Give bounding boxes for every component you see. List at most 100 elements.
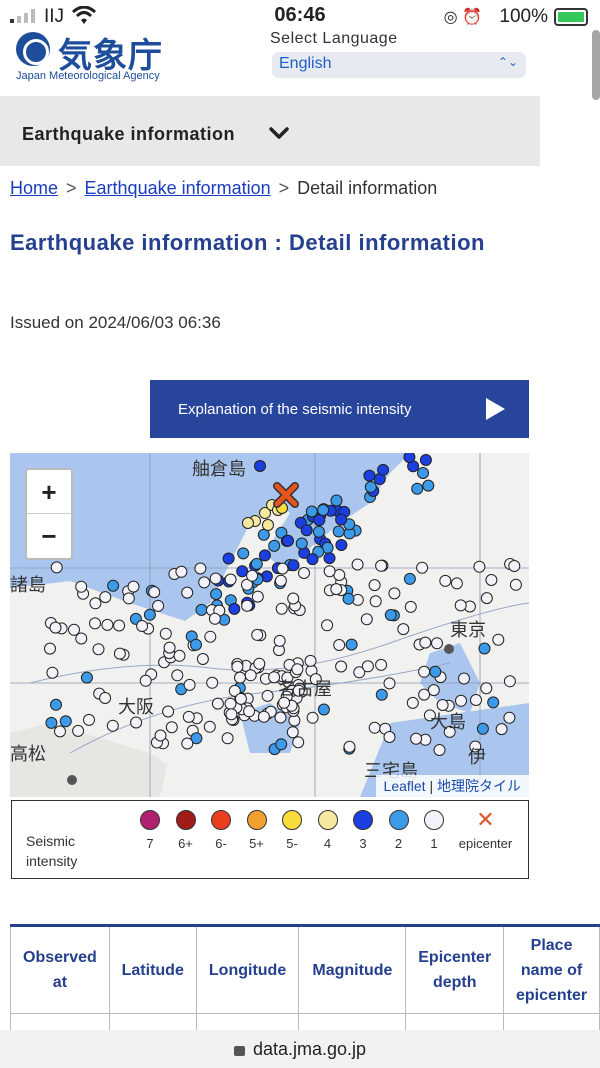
station-dot[interactable] xyxy=(234,692,247,705)
station-dot[interactable] xyxy=(152,599,165,612)
station-dot[interactable] xyxy=(431,637,443,650)
station-dot[interactable] xyxy=(154,729,167,742)
station-dot[interactable] xyxy=(361,660,374,673)
station-dot[interactable] xyxy=(46,666,59,679)
station-dot[interactable] xyxy=(257,710,270,723)
station-dot[interactable] xyxy=(345,638,358,651)
station-dot[interactable] xyxy=(250,557,263,570)
station-dot[interactable] xyxy=(228,602,241,615)
logo-title-en[interactable]: Japan Meteorological Agency xyxy=(16,70,160,82)
station-dot[interactable] xyxy=(419,636,432,649)
station-dot[interactable] xyxy=(194,562,207,575)
station-dot[interactable] xyxy=(487,696,500,709)
station-dot[interactable] xyxy=(44,642,56,655)
station-dot[interactable] xyxy=(49,621,62,634)
station-dot[interactable] xyxy=(454,599,467,612)
station-dot[interactable] xyxy=(92,643,105,656)
leaflet-link[interactable]: Leaflet xyxy=(384,778,426,794)
station-dot[interactable] xyxy=(209,572,222,585)
station-dot[interactable] xyxy=(50,698,62,711)
station-dot[interactable] xyxy=(159,627,172,640)
station-dot[interactable] xyxy=(273,634,286,647)
station-dot[interactable] xyxy=(458,672,470,685)
station-dot[interactable] xyxy=(175,565,188,578)
station-dot[interactable] xyxy=(224,573,237,586)
station-dot[interactable] xyxy=(287,592,300,605)
station-dot[interactable] xyxy=(208,612,221,625)
station-dot[interactable] xyxy=(136,620,149,632)
station-dot[interactable] xyxy=(291,663,304,676)
station-dot[interactable] xyxy=(470,694,482,706)
station-dot[interactable] xyxy=(330,494,343,507)
station-dot[interactable] xyxy=(403,572,416,585)
station-dot[interactable] xyxy=(368,721,381,734)
station-dot[interactable] xyxy=(83,713,95,726)
station-dot[interactable] xyxy=(143,608,156,621)
station-dot[interactable] xyxy=(113,619,126,632)
station-dot[interactable] xyxy=(418,665,431,678)
station-dot[interactable] xyxy=(330,583,343,596)
station-dot[interactable] xyxy=(450,577,463,590)
station-dot[interactable] xyxy=(397,623,410,636)
station-dot[interactable] xyxy=(211,697,224,710)
station-dot[interactable] xyxy=(476,722,489,735)
station-dot[interactable] xyxy=(360,613,373,626)
station-dot[interactable] xyxy=(75,580,88,593)
station-dot[interactable] xyxy=(54,725,66,738)
station-dot[interactable] xyxy=(298,567,310,579)
station-dot[interactable] xyxy=(388,587,401,600)
station-dot[interactable] xyxy=(306,553,319,566)
station-dot[interactable] xyxy=(295,537,308,550)
station-dot[interactable] xyxy=(276,562,289,575)
station-dot[interactable] xyxy=(377,463,390,476)
station-dot[interactable] xyxy=(364,481,377,493)
station-dot[interactable] xyxy=(258,549,271,562)
station-dot[interactable] xyxy=(163,641,176,654)
language-select[interactable]: English ⌃⌄ xyxy=(272,52,526,78)
station-dot[interactable] xyxy=(99,692,112,704)
station-dot[interactable] xyxy=(384,609,397,621)
station-dot[interactable] xyxy=(282,534,294,547)
station-dot[interactable] xyxy=(148,586,161,599)
station-dot[interactable] xyxy=(162,705,175,718)
station-dot[interactable] xyxy=(244,669,257,682)
station-dot[interactable] xyxy=(333,639,346,651)
station-dot[interactable] xyxy=(433,744,446,756)
station-dot[interactable] xyxy=(418,688,431,701)
station-dot[interactable] xyxy=(508,560,521,572)
station-dot[interactable] xyxy=(509,578,522,591)
station-dot[interactable] xyxy=(485,574,498,586)
station-dot[interactable] xyxy=(419,454,432,466)
station-dot[interactable] xyxy=(182,710,195,723)
station-dot[interactable] xyxy=(251,628,264,641)
station-dot[interactable] xyxy=(286,726,299,739)
station-dot[interactable] xyxy=(343,740,356,753)
station-dot[interactable] xyxy=(225,708,238,721)
station-dot[interactable] xyxy=(375,559,388,572)
gsi-tiles-link[interactable]: 地理院タイル xyxy=(437,778,521,794)
station-dot[interactable] xyxy=(351,558,364,571)
station-dot[interactable] xyxy=(173,649,186,662)
station-dot[interactable] xyxy=(234,671,246,684)
station-dot[interactable] xyxy=(312,525,325,538)
station-dot[interactable] xyxy=(246,569,259,582)
station-dot[interactable] xyxy=(492,633,505,646)
station-dot[interactable] xyxy=(368,579,381,592)
station-dot[interactable] xyxy=(478,642,491,655)
jma-logo-icon[interactable] xyxy=(16,32,50,66)
station-dot[interactable] xyxy=(335,660,348,673)
station-dot[interactable] xyxy=(261,689,274,702)
station-dot[interactable] xyxy=(323,552,336,565)
station-dot[interactable] xyxy=(416,561,429,574)
station-dot[interactable] xyxy=(403,453,416,464)
station-dot[interactable] xyxy=(236,565,249,578)
station-dot[interactable] xyxy=(429,665,442,678)
station-dot[interactable] xyxy=(268,539,281,552)
station-dot[interactable] xyxy=(89,597,102,610)
station-dot[interactable] xyxy=(383,677,396,690)
station-dot[interactable] xyxy=(72,724,85,737)
station-dot[interactable] xyxy=(181,586,194,599)
station-dot[interactable] xyxy=(480,592,493,605)
nav-menu-toggle[interactable]: Earthquake information xyxy=(0,96,540,166)
station-dot[interactable] xyxy=(99,591,112,604)
